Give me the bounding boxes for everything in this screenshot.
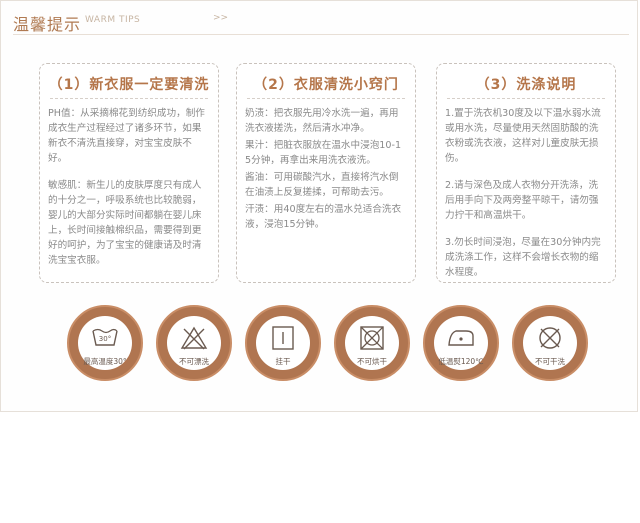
section-header: 温馨提示 WARM TIPS >> xyxy=(13,11,633,35)
card-divider xyxy=(447,98,605,100)
care-badge: 不可干洗 xyxy=(512,305,588,381)
care-badge: 低温熨120℃ xyxy=(423,305,499,381)
care-badge: 不可烘干 xyxy=(334,305,410,381)
wash-30-icon: 30° xyxy=(92,328,118,346)
care-badge: 不可漂洗 xyxy=(156,305,232,381)
card-new-clothes-wash: （1）新衣服一定要清洗 PH值：从采摘棉花到纺织成功，制作成衣生产过程经过了诸多… xyxy=(39,63,219,283)
low-iron-icon xyxy=(448,330,474,346)
care-label: 挂干 xyxy=(275,357,291,366)
card-paragraph: 奶渍：把衣服先用冷水洗一遍，再用洗衣液搓洗，然后清水冲净。 xyxy=(245,108,399,134)
care-label: 不可漂洗 xyxy=(179,357,209,366)
card-wash-instructions: （3）洗涤说明 1.置于洗衣机30度及以下温水弱水流或用水洗，尽量使用天然固肪酸… xyxy=(436,63,616,283)
care-icons-row: 30° 最高温度30° 不可漂洗 挂干 不可烘干 低温熨120℃ 不可干洗 xyxy=(67,305,588,383)
card-title: （3）洗涤说明 xyxy=(475,77,577,93)
no-tumble-dry-icon xyxy=(360,326,384,350)
header-divider xyxy=(13,34,629,35)
section-title: 温馨提示 xyxy=(13,15,82,34)
card-paragraph: 2.请与深色及成人衣物分开洗涤，洗后用手向下及两旁整平晾干，请勿强力拧干和高温烘… xyxy=(445,180,599,221)
care-label: 最高温度30° xyxy=(83,357,127,366)
card-paragraph: 1.置于洗衣机30度及以下温水弱水流或用水洗，尽量使用天然固肪酸的洗衣粉或洗衣液… xyxy=(445,108,601,164)
care-label: 低温熨120℃ xyxy=(438,357,484,366)
card-paragraph: PH值：从采摘棉花到纺织成功，制作成衣生产过程经过了诸多环节，如果新衣不清洗直接… xyxy=(48,108,205,164)
card-paragraph: 3.勿长时间浸泡，尽量在30分钟内完成洗涤工作，这样不会增长衣物的缩水程度。 xyxy=(445,237,601,278)
section-subtitle: WARM TIPS xyxy=(85,15,141,25)
card-paragraph: 敏感肌：新生儿的皮肤厚度只有成人的十分之一，呼吸系统也比较脆弱，婴儿的大部分实际… xyxy=(48,180,202,266)
card-paragraph: 酱油：可用碳酸汽水，直接将汽水倒在油渍上反复搓揉，可帮助去污。 xyxy=(245,172,399,198)
no-dry-clean-icon xyxy=(539,327,561,349)
card-title: （2）衣服清洗小窍门 xyxy=(253,77,399,93)
card-paragraph: 果汁：把脏衣服放在温水中浸泡10-15分钟，再拿出来用洗衣液洗。 xyxy=(245,140,402,166)
care-label: 不可烘干 xyxy=(357,357,387,366)
card-divider xyxy=(50,98,208,100)
svg-text:30°: 30° xyxy=(99,335,111,343)
card-paragraph: 汗渍：用40度左右的温水兑适合洗衣液，浸泡15分钟。 xyxy=(245,204,402,230)
care-badge: 挂干 xyxy=(245,305,321,381)
chevron-right-icon: >> xyxy=(213,13,229,23)
card-divider xyxy=(247,98,405,100)
no-bleach-icon xyxy=(180,326,208,350)
card-title: （1）新衣服一定要清洗 xyxy=(48,77,210,93)
warm-tips-panel: 温馨提示 WARM TIPS >> （1）新衣服一定要清洗 PH值：从采摘棉花到… xyxy=(0,0,638,412)
hang-dry-icon xyxy=(272,326,294,350)
care-badge: 30° 最高温度30° xyxy=(67,305,143,381)
care-label: 不可干洗 xyxy=(535,357,565,366)
card-washing-tips: （2）衣服清洗小窍门 奶渍：把衣服先用冷水洗一遍，再用洗衣液搓洗，然后清水冲净。… xyxy=(236,63,416,283)
